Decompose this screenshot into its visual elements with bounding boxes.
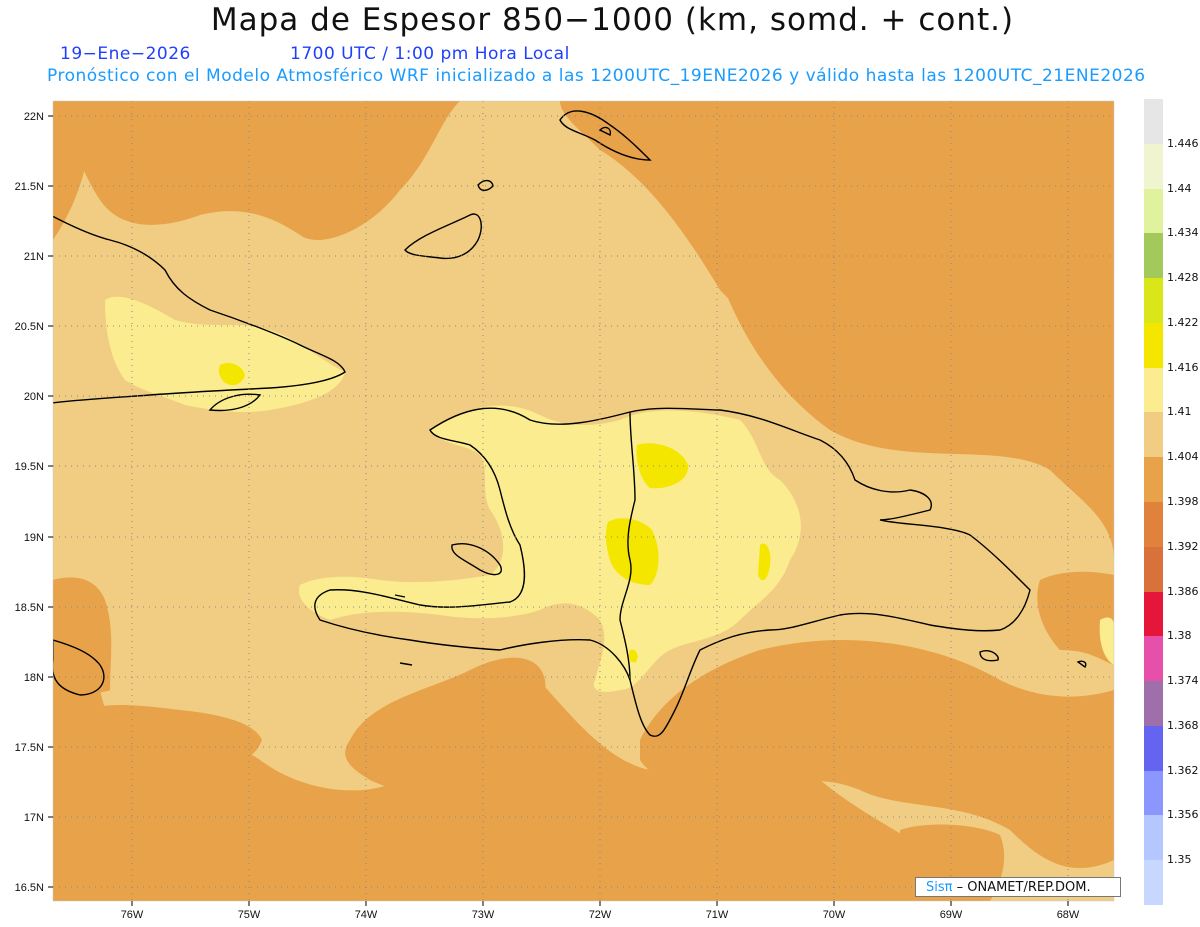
lat-label: 18.5N <box>15 602 44 614</box>
colorbar-swatch <box>1144 233 1163 279</box>
colorbar-level-label: 1.374 <box>1167 674 1199 688</box>
colorbar-swatch <box>1144 143 1163 190</box>
colorbar-level-label: 1.362 <box>1167 763 1199 777</box>
sispi-logo: Sisπ <box>926 880 953 895</box>
colorbar-level-label: 1.422 <box>1167 315 1199 329</box>
lat-label: 19.5N <box>15 461 44 473</box>
lat-label: 21.5N <box>15 181 44 193</box>
lon-label: 75W <box>238 909 261 921</box>
colorbar-level-label: 1.434 <box>1167 226 1199 240</box>
lat-label: 21N <box>24 251 44 263</box>
colorbar-swatch <box>1144 770 1163 816</box>
colorbar-swatch <box>1144 412 1163 458</box>
colorbar-level-label: 1.35 <box>1167 853 1192 867</box>
colorbar-swatch <box>1144 322 1163 369</box>
credit-badge: Sisπ – ONAMET/REP.DOM. <box>915 877 1121 897</box>
lat-label: 17.5N <box>15 742 44 754</box>
lat-label: 20N <box>24 391 44 403</box>
colorbar-level-label: 1.416 <box>1167 360 1199 374</box>
colorbar-swatch <box>1144 502 1163 548</box>
colorbar-swatch <box>1144 278 1163 324</box>
lat-label: 19N <box>24 532 44 544</box>
colorbar-swatch <box>1144 99 1163 145</box>
colorbar-level-label: 1.428 <box>1167 271 1199 285</box>
lon-label: 73W <box>472 909 495 921</box>
colorbar-swatch <box>1144 725 1163 772</box>
colorbar-level-label: 1.398 <box>1167 495 1199 508</box>
colorbar-level-label: 1.386 <box>1167 584 1199 598</box>
lat-label: 16.5N <box>15 882 44 894</box>
lon-label: 68W <box>1057 909 1080 921</box>
colorbar-level-label: 1.368 <box>1167 718 1199 732</box>
colorbar-swatch <box>1144 860 1163 906</box>
lon-label: 71W <box>706 909 729 921</box>
lat-label: 17N <box>24 812 44 824</box>
colorbar-level-label: 1.392 <box>1167 539 1199 553</box>
lon-label: 72W <box>589 909 612 921</box>
colorbar-level-label: 1.41 <box>1167 405 1192 419</box>
colorbar-swatch <box>1144 636 1163 682</box>
colorbar-swatch <box>1144 367 1163 413</box>
colorbar-swatch <box>1144 815 1163 861</box>
colorbar-swatch <box>1144 546 1163 593</box>
lat-label: 20.5N <box>15 321 44 333</box>
colorbar-swatch <box>1144 591 1163 637</box>
lon-label: 70W <box>823 909 846 921</box>
lat-label: 22N <box>24 111 44 123</box>
lon-label: 69W <box>940 909 963 921</box>
colorbar-level-label: 1.356 <box>1167 808 1199 822</box>
lon-label: 74W <box>355 909 378 921</box>
colorbar-level-label: 1.44 <box>1167 181 1192 195</box>
colorbar-swatch <box>1144 188 1163 234</box>
thickness-map: 22N 21.5N 21N 20.5N 20N 19.5N 19N 18.5N … <box>15 100 1115 921</box>
colorbar-level-label: 1.446 <box>1167 136 1199 150</box>
colorbar-level-label: 1.404 <box>1167 450 1199 464</box>
credit-text: – ONAMET/REP.DOM. <box>956 880 1091 895</box>
colorbar-level-label: 1.38 <box>1167 629 1192 643</box>
colorbar <box>1144 99 1163 906</box>
colorbar-swatch <box>1144 681 1163 727</box>
lat-label: 18N <box>24 672 44 684</box>
colorbar-swatch <box>1144 457 1163 503</box>
lon-label: 76W <box>121 909 144 921</box>
